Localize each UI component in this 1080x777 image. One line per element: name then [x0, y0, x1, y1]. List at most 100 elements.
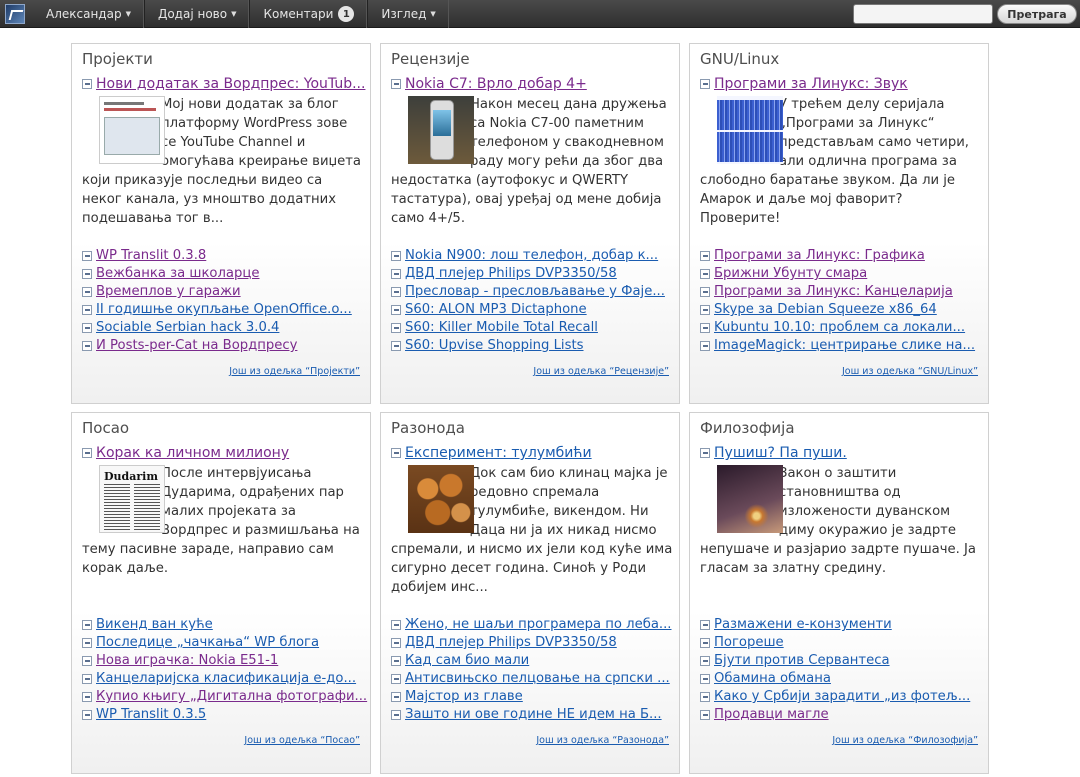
post-link[interactable]: Nokia N900: лош телефон, добар к...: [405, 247, 658, 265]
list-item: Продавци магле: [700, 706, 970, 724]
bullet-arrow-icon: [82, 341, 92, 351]
bullet-arrow-icon: [700, 287, 710, 297]
admin-menu-appearance[interactable]: Изглед ▼: [367, 0, 449, 28]
panel-philosophy: Филозофија Пушиш? Па пуши. Закон о заштити…: [689, 412, 989, 774]
bullet-arrow-icon: [391, 323, 401, 333]
search-input[interactable]: [853, 4, 993, 24]
post-link[interactable]: Антисвињско пелцовање на српски ...: [405, 670, 670, 688]
bullet-arrow-icon: [391, 710, 401, 720]
post-link[interactable]: Времеплов у гаражи: [96, 283, 241, 301]
post-link[interactable]: Жено, не шаљи програмера по леба...: [405, 616, 672, 634]
post-link[interactable]: Зашто ни ове године НЕ идем на Б...: [405, 706, 662, 724]
bullet-arrow-icon: [82, 287, 92, 297]
featured-thumbnail[interactable]: Dudarim: [99, 465, 165, 533]
more-from-category-link[interactable]: Још из одељка “Посао”: [244, 735, 360, 746]
post-link[interactable]: WP Translit 0.3.8: [96, 247, 206, 265]
post-link[interactable]: S60: ALON MP3 Dictaphone: [405, 301, 587, 319]
post-link[interactable]: S60: Upvise Shopping Lists: [405, 337, 584, 355]
post-list: Програми за Линукс: Графика Брижни Убунту…: [700, 247, 975, 355]
post-link[interactable]: ImageMagick: центрирање слике на...: [714, 337, 975, 355]
panel-title: Посао: [82, 419, 130, 437]
panel-gnu-linux: GNU/Linux Програми за Линукс: Звук У треће…: [689, 43, 989, 404]
post-link[interactable]: Програми за Линукс: Канцеларија: [714, 283, 953, 301]
more-from-category-link[interactable]: Још из одељка “Филозофија”: [832, 735, 978, 746]
list-item: Мајстор из главе: [391, 688, 672, 706]
admin-menu-user[interactable]: Александар ▼: [33, 0, 144, 28]
post-link[interactable]: Обамина обмана: [714, 670, 831, 688]
post-link[interactable]: WP Translit 0.3.5: [96, 706, 206, 724]
post-link[interactable]: Канцеларијска класификација е-до...: [96, 670, 356, 688]
bullet-arrow-icon: [700, 305, 710, 315]
more-from-category-link[interactable]: Још из одељка “GNU/Linux”: [842, 366, 978, 377]
featured-thumbnail[interactable]: [717, 465, 783, 533]
featured-post: Nokia C7: Врло добар 4+: [391, 76, 587, 92]
post-link[interactable]: Skype за Debian Squeeze x86_64: [714, 301, 937, 319]
featured-thumbnail[interactable]: [408, 465, 474, 533]
post-link[interactable]: Како у Србији зарадити „из фотељ...: [714, 688, 970, 706]
admin-menu-add-new[interactable]: Додај ново ▼: [143, 0, 250, 28]
list-item: И Posts-per-Cat на Вордпресу: [82, 337, 352, 355]
bullet-arrow-icon: [700, 269, 710, 279]
list-item: Времеплов у гаражи: [82, 283, 352, 301]
featured-post-link[interactable]: Програми за Линукс: Звук: [714, 76, 908, 92]
post-link[interactable]: Кад сам био мали: [405, 652, 529, 670]
list-item: Последице „чачкања“ WP блога: [82, 634, 367, 652]
bullet-arrow-icon: [391, 251, 401, 261]
panel-title: Филозофија: [700, 419, 795, 437]
more-from-category-link[interactable]: Још из одељка “Разонода”: [536, 735, 669, 746]
featured-post-link[interactable]: Нови додатак за Вордпрес: YouTub...: [96, 76, 365, 92]
bullet-arrow-icon: [391, 305, 401, 315]
list-item: Викенд ван куће: [82, 616, 367, 634]
chevron-down-icon: ▼: [125, 10, 131, 18]
post-link[interactable]: Бјути против Сервантеса: [714, 652, 890, 670]
featured-post-link[interactable]: Nokia C7: Врло добар 4+: [405, 76, 587, 92]
bullet-arrow-icon: [82, 692, 92, 702]
post-link[interactable]: ДВД плејер Philips DVP3350/58: [405, 634, 617, 652]
bullet-arrow-icon: [391, 448, 401, 458]
post-link[interactable]: Sociable Serbian hack 3.0.4: [96, 319, 279, 337]
bullet-arrow-icon: [82, 710, 92, 720]
list-item: Жено, не шаљи програмера по леба...: [391, 616, 672, 634]
post-link[interactable]: Продавци магле: [714, 706, 829, 724]
bullet-arrow-icon: [700, 79, 710, 89]
more-from-category-link[interactable]: Још из одељка “Пројекти”: [229, 366, 360, 377]
panel-projects: Пројекти Нови додатак за Вордпрес: YouTub…: [71, 43, 371, 404]
featured-thumbnail[interactable]: [408, 96, 474, 164]
featured-post-link[interactable]: Експеримент: тулумбићи: [405, 445, 592, 461]
bullet-arrow-icon: [391, 692, 401, 702]
post-link[interactable]: ДВД плејер Philips DVP3350/58: [405, 265, 617, 283]
post-link[interactable]: Викенд ван куће: [96, 616, 213, 634]
bullet-arrow-icon: [82, 305, 92, 315]
post-link[interactable]: Мајстор из главе: [405, 688, 523, 706]
bullet-arrow-icon: [391, 269, 401, 279]
post-link[interactable]: Купио књигу „Дигитална фотографи...: [96, 688, 367, 706]
post-link[interactable]: Погореше: [714, 634, 784, 652]
bullet-arrow-icon: [700, 323, 710, 333]
list-item: Брижни Убунту смара: [700, 265, 975, 283]
post-link[interactable]: S60: Killer Mobile Total Recall: [405, 319, 598, 337]
post-link[interactable]: И Posts-per-Cat на Вордпресу: [96, 337, 297, 355]
list-item: ДВД плејер Philips DVP3350/58: [391, 265, 665, 283]
post-link[interactable]: Kubuntu 10.10: проблем са локали...: [714, 319, 965, 337]
post-link[interactable]: Последице „чачкања“ WP блога: [96, 634, 319, 652]
post-link[interactable]: Вежбанка за школарце: [96, 265, 259, 283]
post-link[interactable]: II годишње окупљање OpenOffice.o...: [96, 301, 352, 319]
site-logo-icon[interactable]: [5, 4, 25, 24]
post-link[interactable]: Нова играчка: Nokia E51-1: [96, 652, 278, 670]
featured-post-link[interactable]: Корак ка личном милиону: [96, 445, 289, 461]
more-from-category-link[interactable]: Још из одељка “Рецензије”: [533, 366, 669, 377]
featured-thumbnail[interactable]: [99, 96, 165, 164]
panel-title: Пројекти: [82, 50, 153, 68]
bullet-arrow-icon: [391, 620, 401, 630]
post-list: WP Translit 0.3.8 Вежбанка за школарце Вре…: [82, 247, 352, 355]
post-link[interactable]: Пресловар - пресловљавање у Фаје...: [405, 283, 665, 301]
featured-post-link[interactable]: Пушиш? Па пуши.: [714, 445, 847, 461]
post-link[interactable]: Размажени е-конзументи: [714, 616, 892, 634]
admin-menu-comments[interactable]: Коментари 1: [249, 0, 368, 28]
post-link[interactable]: Програми за Линукс: Графика: [714, 247, 925, 265]
bullet-arrow-icon: [82, 656, 92, 666]
search-button[interactable]: Претрага: [997, 4, 1077, 24]
post-link[interactable]: Брижни Убунту смара: [714, 265, 867, 283]
featured-thumbnail[interactable]: [717, 96, 783, 164]
bullet-arrow-icon: [82, 620, 92, 630]
